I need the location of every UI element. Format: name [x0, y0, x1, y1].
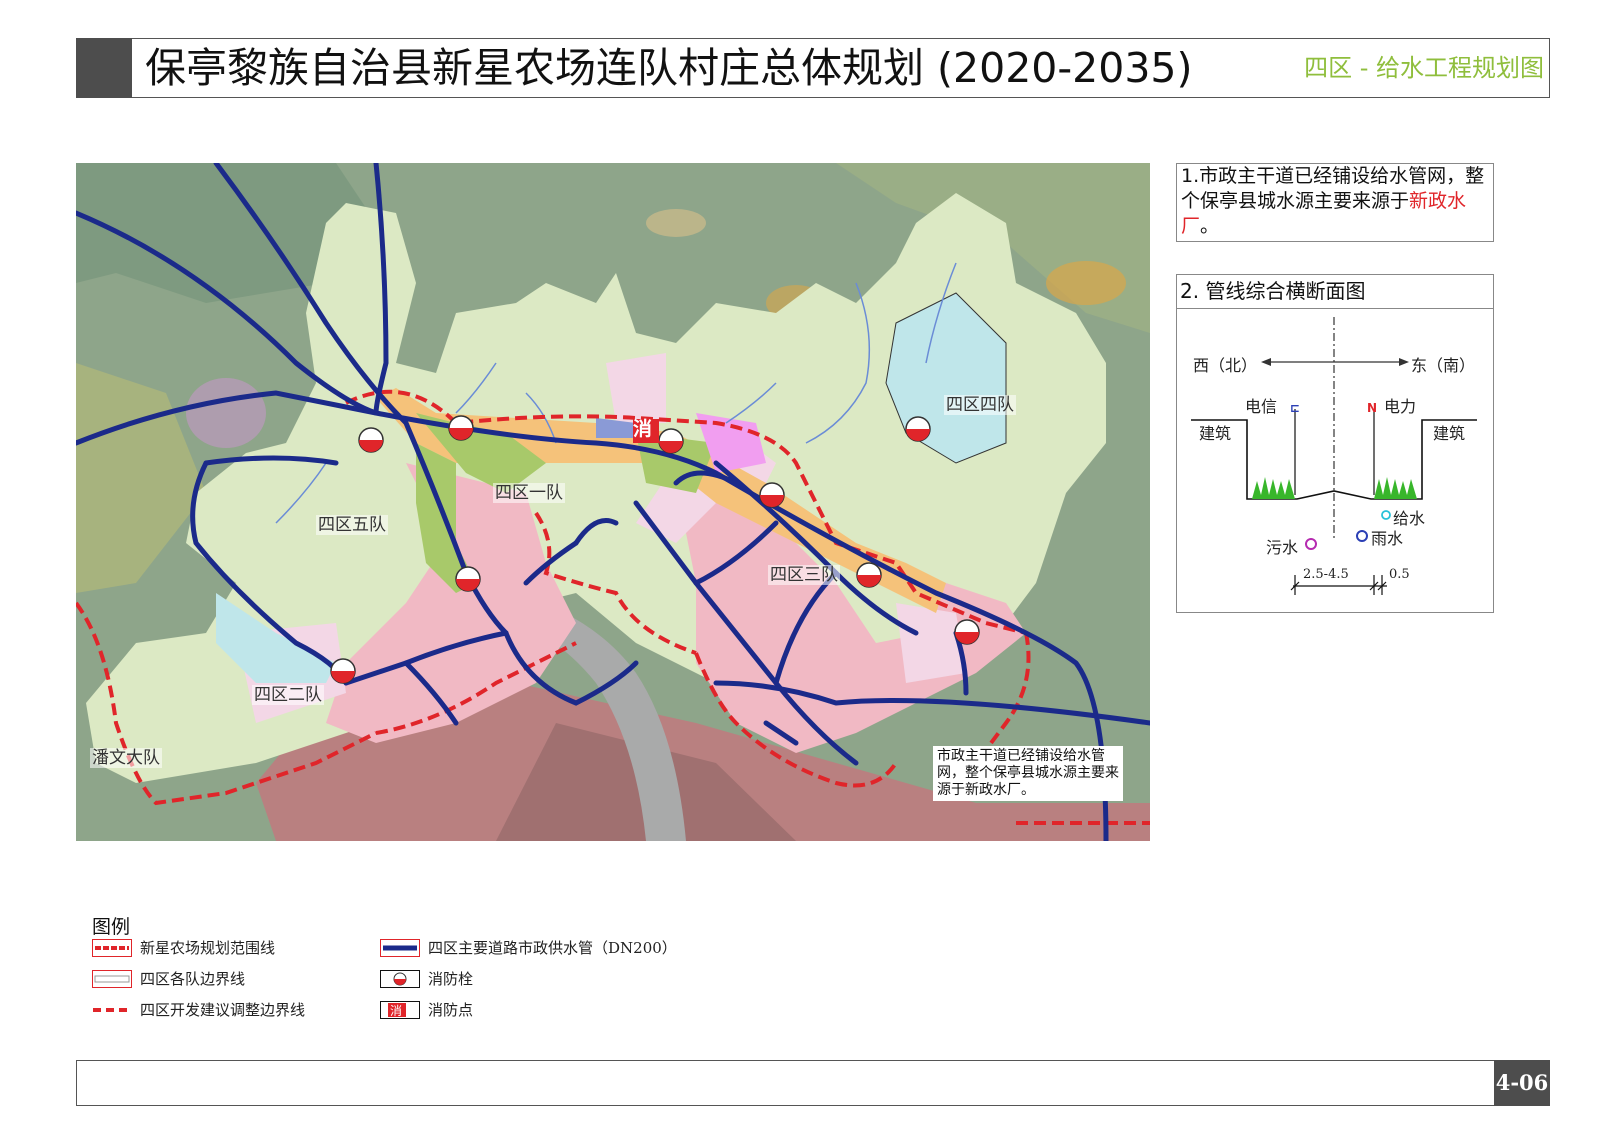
header-accent-block: [76, 38, 132, 98]
direction-west: 西（北）: [1193, 356, 1258, 375]
legend-label: 消防栓: [428, 970, 474, 988]
legend-title: 图例: [92, 916, 131, 938]
map-canvas: [76, 163, 1150, 841]
hydrant-icon: [380, 970, 420, 988]
label-building-left: 建筑: [1199, 424, 1232, 443]
note-water-source: 1.市政主干道已经铺设给水管网，整个保亭县城水源主要来源于新政水厂。: [1176, 163, 1494, 242]
label-team2: 四区二队: [252, 685, 324, 705]
legend-label: 四区开发建议调整边界线: [140, 1001, 306, 1019]
label-panwen: 潘文大队: [90, 748, 162, 768]
legend-label: 四区主要道路市政供水管（DN200）: [428, 939, 677, 957]
note1-suffix: 。: [1200, 215, 1220, 237]
map-note: 市政主干道已经铺设给水管网，整个保亭县城水源主要来源于新政水厂。: [933, 746, 1123, 801]
label-team4: 四区四队: [944, 395, 1016, 415]
label-telecom: 电信: [1245, 397, 1278, 416]
page-number: 4-06: [1494, 1060, 1550, 1106]
label-building-right: 建筑: [1433, 424, 1466, 443]
legend-label: 消防点: [428, 1001, 474, 1019]
label-sewage: 污水: [1266, 538, 1299, 557]
label-rain: 雨水: [1371, 529, 1404, 548]
svg-text:⊏: ⊏: [1290, 401, 1300, 415]
cross-section-title: 2. 管线综合横断面图: [1177, 275, 1493, 309]
direction-east: 东（南）: [1411, 356, 1476, 375]
svg-text:N: N: [1367, 401, 1377, 415]
dimension-offset: 0.5: [1389, 567, 1410, 582]
fire-point-glyph: 消: [633, 418, 653, 440]
sheet-title: 四区 - 给水工程规划图: [1304, 54, 1544, 82]
page-title: 保亭黎族自治县新星农场连队村庄总体规划 (2020-2035): [145, 44, 1193, 92]
dimension-width: 2.5-4.5: [1303, 567, 1349, 582]
legend-symbol-adjust-boundary: [92, 1001, 132, 1019]
fire-point-icon: 消: [380, 1001, 420, 1019]
label-team5: 四区五队: [316, 515, 388, 535]
water-supply-map[interactable]: 消 四区一队 四区二队 四区三队 四区四队 四区五队 潘文大队 市政主干道已经铺…: [76, 163, 1150, 841]
label-power: 电力: [1384, 397, 1417, 416]
svg-text:消: 消: [390, 1004, 402, 1018]
legend-symbol-team-boundary: [92, 970, 132, 988]
label-team1: 四区一队: [493, 483, 565, 503]
legend-label: 新星农场规划范围线: [140, 939, 276, 957]
footer-frame: [76, 1060, 1550, 1106]
legend-label: 四区各队边界线: [140, 970, 246, 988]
label-team3: 四区三队: [768, 565, 840, 585]
cross-section-panel: 2. 管线综合横断面图 ⊏ N 西（北） 东（南） 电信 电力 建筑 建筑 给水…: [1176, 274, 1494, 613]
legend-symbol-plan-boundary: [92, 939, 132, 957]
legend-symbol-water-main: [380, 939, 420, 957]
